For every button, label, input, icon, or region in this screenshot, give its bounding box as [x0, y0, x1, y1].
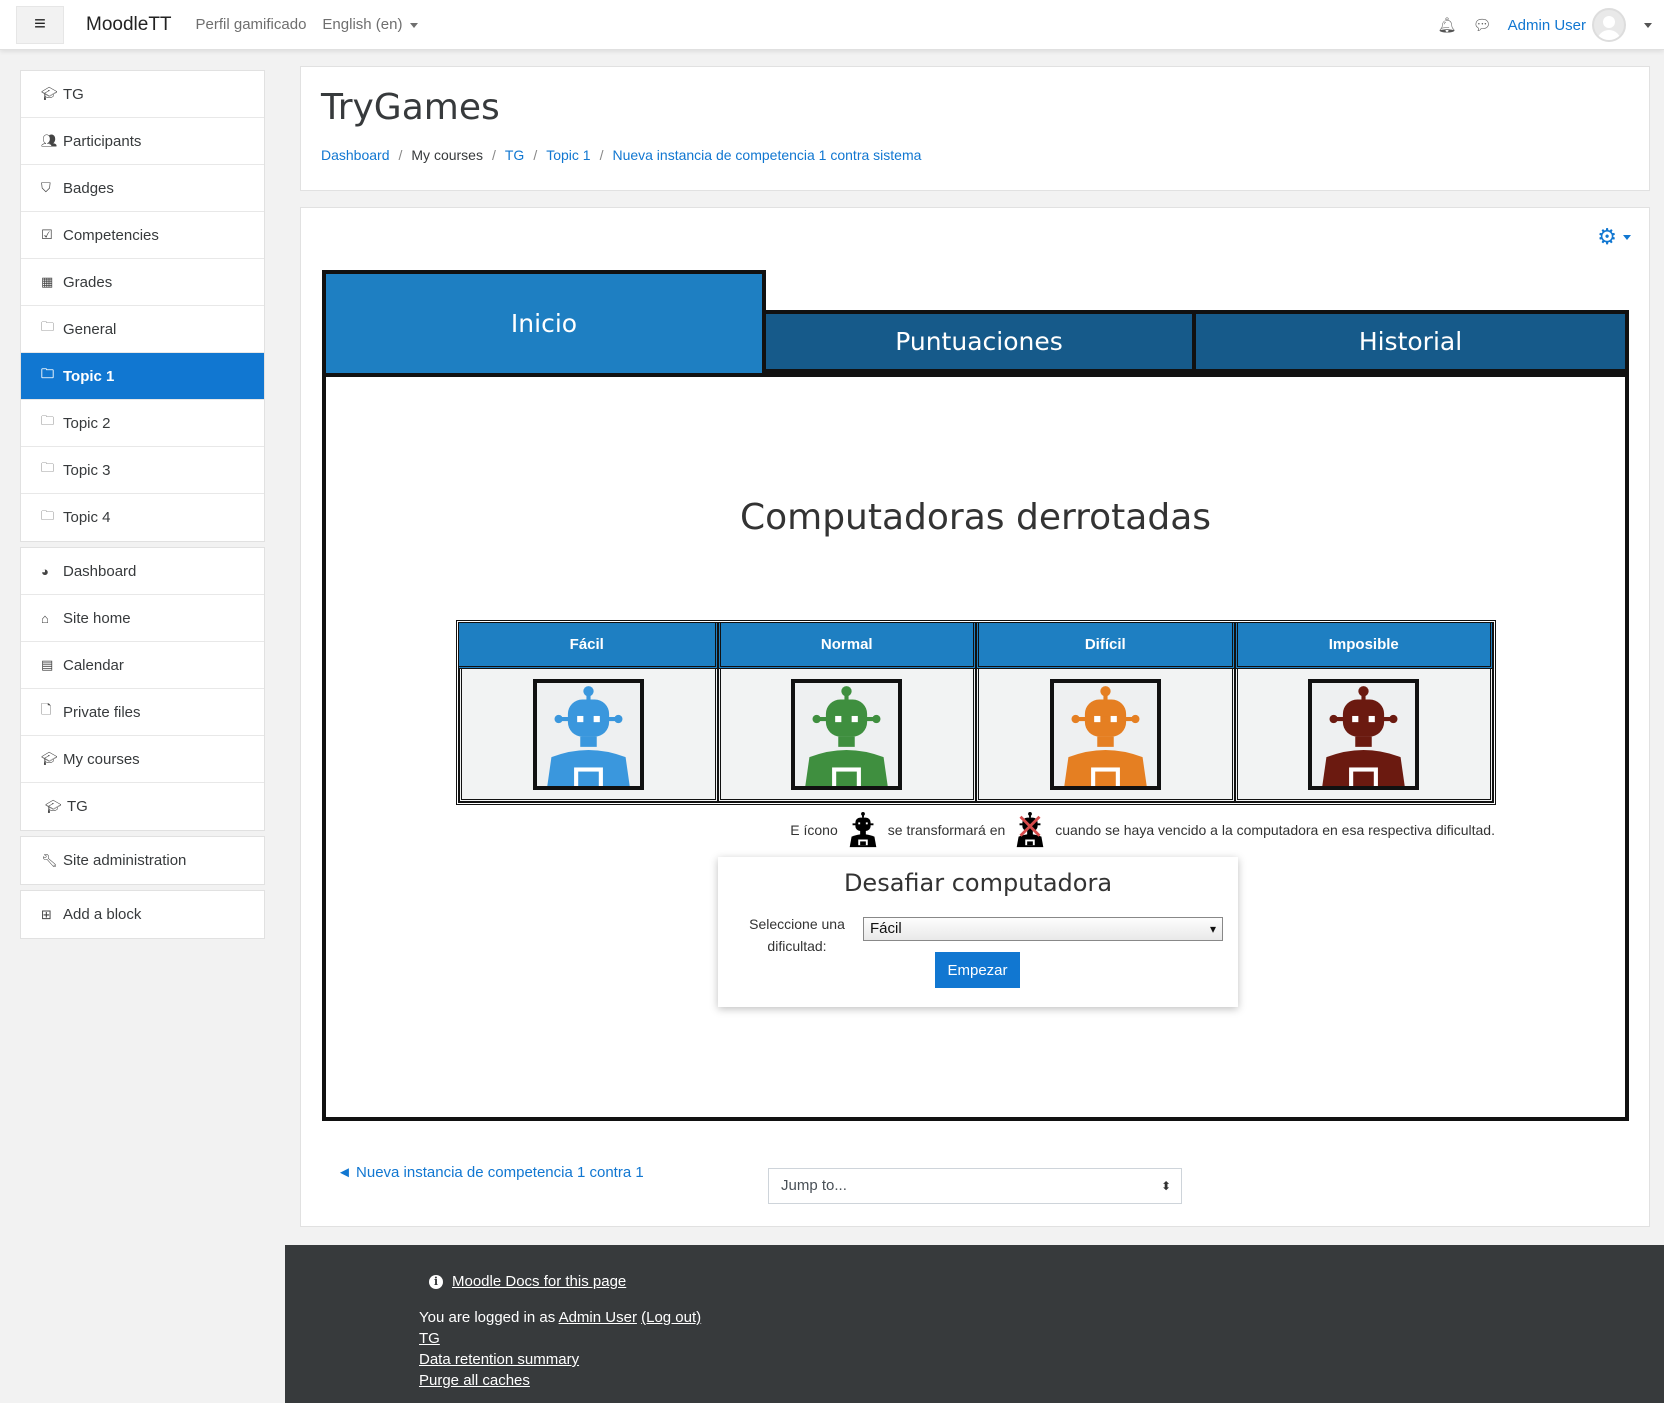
difficulty-header-easy: Fácil: [459, 623, 718, 669]
tab-historial[interactable]: Historial: [1192, 310, 1629, 373]
chevron-down-icon: [1623, 234, 1631, 240]
site-brand[interactable]: MoodleTT: [86, 14, 172, 36]
chat-icon[interactable]: 💬︎: [1473, 16, 1492, 34]
difficulty-header-normal: Normal: [717, 623, 976, 669]
graduation-cap-icon: 🎓︎: [45, 798, 62, 814]
calendar-icon: ▤: [41, 657, 54, 672]
settings-menu[interactable]: ⚙: [1597, 224, 1631, 250]
login-info: You are logged in as Admin User (Log out…: [419, 1309, 702, 1326]
folder-icon: 🗀: [41, 507, 55, 523]
breadcrumb: Dashboard / My courses / TG / Topic 1 / …: [321, 147, 922, 163]
sidebar-item-site-administration[interactable]: 🔧︎ Site administration: [21, 837, 264, 884]
sidebar-group-site: ◕ Dashboard ⌂ Site home ▤ Calendar 🗋 Private…: [20, 547, 265, 831]
folder-icon: 🗀: [41, 319, 55, 334]
users-icon: 👥︎: [41, 133, 58, 148]
robot-normal-icon: [791, 678, 903, 790]
sidebar-item-topic-2[interactable]: 🗀 Topic 2: [21, 400, 264, 447]
footer-link-purge-caches[interactable]: Purge all caches: [419, 1372, 530, 1389]
tab-panel-inicio: Computadoras derrotadas Fácil Normal Dif…: [322, 373, 1629, 1121]
page-header: TryGames Dashboard / My courses / TG / T…: [300, 66, 1650, 191]
sidebar-group-course: 🎓︎ TG 👥︎ Participants ⛉ Badges ☑ Competencie…: [20, 70, 265, 542]
footer-link-data-retention[interactable]: Data retention summary: [419, 1351, 579, 1368]
difficulty-header-hard: Difícil: [976, 623, 1235, 669]
wrench-icon: 🔧︎: [41, 852, 58, 868]
shield-icon: ⛉: [41, 180, 51, 195]
page-title: TryGames: [321, 87, 500, 128]
breadcrumb-dashboard[interactable]: Dashboard: [321, 147, 390, 163]
sidebar-item-private-files[interactable]: 🗋 Private files: [21, 689, 264, 736]
check-square-icon: ☑: [41, 227, 53, 242]
graduation-cap-icon: 🎓︎: [41, 751, 58, 766]
sidebar-item-grades[interactable]: ▦ Grades: [21, 259, 264, 306]
sidebar-nav: 🎓︎ TG 👥︎ Participants ⛉ Badges ☑ Competencie…: [20, 70, 265, 944]
game-tabs: Inicio Puntuaciones Historial: [322, 270, 1629, 373]
sidebar-group-admin: 🔧︎ Site administration: [20, 836, 265, 885]
chevron-down-icon[interactable]: [1644, 22, 1652, 28]
gear-icon: ⚙: [1597, 224, 1617, 249]
language-menu[interactable]: English (en): [322, 16, 419, 33]
sidebar-item-topic-3[interactable]: 🗀 Topic 3: [21, 447, 264, 494]
page-footer: i Moodle Docs for this page You are logg…: [285, 1245, 1664, 1403]
dashboard-icon: ◕: [41, 563, 49, 579]
robot-impossible-icon: [1308, 678, 1420, 790]
top-navbar: ≡ MoodleTT Perfil gamificado English (en…: [0, 0, 1664, 50]
bell-icon[interactable]: 🔔︎: [1438, 16, 1457, 34]
sidebar-item-add-block[interactable]: ⊞ Add a block: [21, 891, 264, 938]
nav-link-gamified-profile[interactable]: Perfil gamificado: [196, 16, 307, 33]
sidebar-item-participants[interactable]: 👥︎ Participants: [21, 118, 264, 165]
jump-to-select[interactable]: Jump to...: [768, 1168, 1182, 1204]
table-icon: ▦: [41, 274, 54, 289]
file-icon: 🗋: [41, 702, 52, 717]
sidebar-item-competencies[interactable]: ☑ Competencies: [21, 212, 264, 259]
plus-square-icon: ⊞: [41, 906, 52, 922]
sidebar-item-topic-4[interactable]: 🗀 Topic 4: [21, 494, 264, 541]
sidebar-item-tg[interactable]: 🎓︎ TG: [21, 71, 264, 118]
footer-link-tg[interactable]: TG: [419, 1330, 440, 1347]
sidebar-item-topic-1[interactable]: 🗀 Topic 1: [21, 353, 264, 400]
sidebar-group-block: ⊞ Add a block: [20, 890, 265, 939]
folder-icon: 🗀: [41, 460, 55, 475]
footer-user-link[interactable]: Admin User: [559, 1309, 637, 1326]
breadcrumb-tg[interactable]: TG: [505, 147, 524, 163]
folder-icon: 🗀: [41, 366, 55, 381]
tab-inicio[interactable]: Inicio: [322, 270, 766, 373]
breadcrumb-my-courses: My courses: [411, 147, 483, 163]
user-menu-name[interactable]: Admin User: [1508, 17, 1586, 34]
home-icon: ⌂: [41, 610, 49, 626]
robot-black-icon: [844, 811, 882, 849]
defeated-computers-title: Computadoras derrotadas: [739, 497, 1212, 538]
sidebar-item-badges[interactable]: ⛉ Badges: [21, 165, 264, 212]
challenge-title: Desafiar computadora: [843, 869, 1113, 897]
breadcrumb-activity[interactable]: Nueva instancia de competencia 1 contra …: [612, 147, 921, 163]
sidebar-item-general[interactable]: 🗀 General: [21, 306, 264, 353]
challenge-computer-box: Desafiar computadora Seleccione una difi…: [718, 857, 1238, 1007]
sidebar-item-my-courses[interactable]: 🎓︎ My courses: [21, 736, 264, 783]
start-button[interactable]: Empezar: [935, 952, 1020, 988]
difficulty-select-label: Seleccione una dificultad:: [749, 916, 845, 954]
difficulty-table: Fácil Normal Difícil Imposible: [456, 620, 1496, 805]
info-icon: i: [429, 1274, 443, 1289]
robot-hard-icon: [1049, 678, 1161, 790]
sidebar-item-calendar[interactable]: ▤ Calendar: [21, 642, 264, 689]
robot-defeated-icon: [1011, 811, 1049, 849]
breadcrumb-topic-1[interactable]: Topic 1: [546, 147, 590, 163]
avatar[interactable]: [1592, 8, 1626, 42]
sidebar-item-dashboard[interactable]: ◕ Dashboard: [21, 548, 264, 595]
icon-legend: E ícono se transformará en cuando se hay…: [326, 811, 1625, 849]
hamburger-icon: ≡: [34, 13, 46, 35]
previous-activity-link[interactable]: ◄ Nueva instancia de competencia 1 contr…: [337, 1164, 644, 1181]
sidebar-item-course-tg[interactable]: 🎓︎ TG: [21, 783, 264, 830]
moodle-docs-link[interactable]: Moodle Docs for this page: [452, 1273, 626, 1290]
menu-toggle-button[interactable]: ≡: [16, 5, 64, 44]
tab-puntuaciones[interactable]: Puntuaciones: [762, 310, 1196, 373]
sidebar-item-site-home[interactable]: ⌂ Site home: [21, 595, 264, 642]
robot-easy-icon: [532, 678, 644, 790]
difficulty-select[interactable]: Fácil: [863, 917, 1223, 941]
folder-icon: 🗀: [41, 413, 55, 428]
graduation-cap-icon: 🎓︎: [41, 86, 58, 101]
chevron-down-icon: [410, 22, 419, 28]
main-content: ⚙ Inicio Puntuaciones Historial Computad…: [300, 207, 1650, 1227]
logout-link[interactable]: (Log out): [641, 1309, 701, 1326]
difficulty-header-impossible: Imposible: [1234, 623, 1493, 669]
